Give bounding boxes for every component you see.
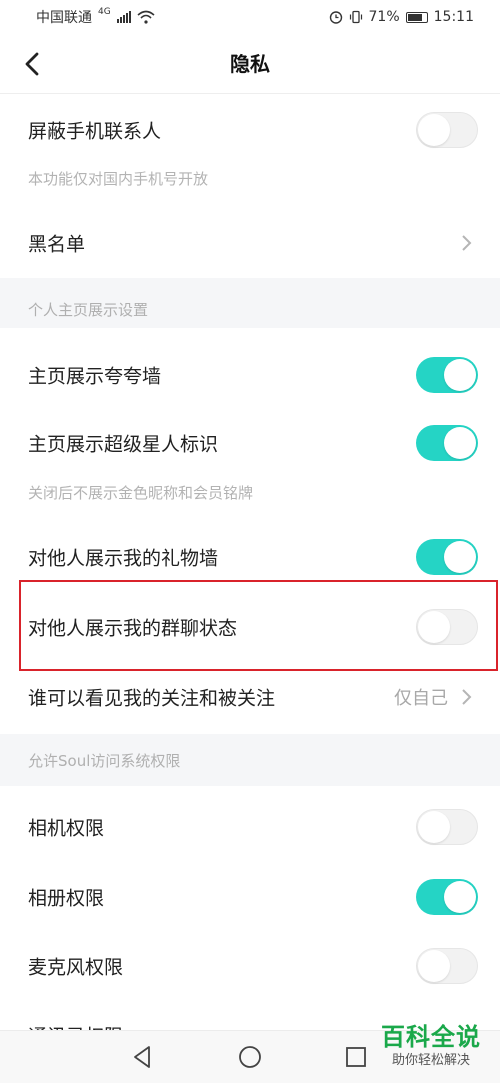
blacklist-label: 黑名单 bbox=[28, 233, 86, 256]
status-bar: 中国联通 4G 71% 15:11 bbox=[0, 0, 500, 34]
toggle-knob bbox=[444, 541, 476, 573]
block-contacts-hint: 本功能仅对国内手机号开放 bbox=[28, 170, 209, 188]
gift-wall-label: 对他人展示我的礼物墙 bbox=[28, 547, 219, 570]
gift-wall-toggle[interactable] bbox=[416, 539, 478, 575]
super-star-hint: 关闭后不展示金色昵称和会员铭牌 bbox=[28, 484, 254, 502]
block-contacts-toggle[interactable] bbox=[416, 112, 478, 148]
watermark-title: 百科全说 bbox=[381, 1023, 481, 1051]
follow-visibility-label: 谁可以看见我的关注和被关注 bbox=[28, 687, 276, 710]
camera-label: 相机权限 bbox=[28, 817, 105, 840]
section-permissions-title: 允许Soul访问系统权限 bbox=[28, 752, 181, 770]
microphone-label: 麦克风权限 bbox=[28, 956, 124, 979]
praise-wall-row: 主页展示夸夸墙 bbox=[0, 340, 500, 410]
toggle-knob bbox=[418, 811, 450, 843]
praise-wall-label: 主页展示夸夸墙 bbox=[28, 365, 162, 388]
vibrate-icon bbox=[349, 10, 362, 24]
chevron-right-icon bbox=[462, 235, 472, 251]
gift-wall-row: 对他人展示我的礼物墙 bbox=[0, 522, 500, 592]
blacklist-row[interactable]: 黑名单 bbox=[0, 208, 500, 278]
section-permissions-header: 允许Soul访问系统权限 bbox=[0, 734, 500, 786]
camera-row: 相机权限 bbox=[0, 792, 500, 862]
nav-recents-icon[interactable] bbox=[342, 1043, 370, 1071]
network-type: 4G bbox=[98, 7, 111, 17]
toggle-knob bbox=[418, 611, 450, 643]
group-chat-row: 对他人展示我的群聊状态 bbox=[0, 592, 500, 662]
watermark-subtitle: 助你轻松解决 bbox=[391, 1053, 470, 1068]
block-contacts-row: 屏蔽手机联系人 bbox=[0, 95, 500, 165]
alarm-icon bbox=[329, 11, 342, 24]
super-star-label: 主页展示超级星人标识 bbox=[28, 433, 219, 456]
toggle-knob bbox=[444, 359, 476, 391]
camera-toggle[interactable] bbox=[416, 809, 478, 845]
toggle-knob bbox=[444, 427, 476, 459]
clock: 15:11 bbox=[433, 9, 474, 25]
page-title: 隐私 bbox=[230, 52, 270, 76]
microphone-toggle[interactable] bbox=[416, 948, 478, 984]
toggle-knob bbox=[418, 114, 450, 146]
nav-back-icon[interactable] bbox=[129, 1043, 157, 1071]
album-row: 相册权限 bbox=[0, 862, 500, 932]
praise-wall-toggle[interactable] bbox=[416, 357, 478, 393]
section-profile-title: 个人主页展示设置 bbox=[28, 301, 149, 319]
super-star-toggle[interactable] bbox=[416, 425, 478, 461]
carrier-label: 中国联通 bbox=[36, 10, 92, 26]
album-label: 相册权限 bbox=[28, 887, 105, 910]
super-star-row: 主页展示超级星人标识 bbox=[0, 408, 500, 478]
album-toggle[interactable] bbox=[416, 879, 478, 915]
follow-visibility-value: 仅自己 bbox=[394, 688, 448, 709]
microphone-row: 麦克风权限 bbox=[0, 931, 500, 1001]
battery-percent: 71% bbox=[368, 9, 400, 25]
follow-visibility-row[interactable]: 谁可以看见我的关注和被关注 仅自己 bbox=[0, 662, 500, 732]
battery-icon bbox=[405, 11, 428, 23]
watermark-logo: 百科全说 助你轻松解决 bbox=[376, 1022, 486, 1080]
toggle-knob bbox=[418, 950, 450, 982]
section-profile-header: 个人主页展示设置 bbox=[0, 278, 500, 328]
block-contacts-label: 屏蔽手机联系人 bbox=[28, 120, 162, 143]
wifi-icon bbox=[137, 10, 155, 24]
group-chat-label: 对他人展示我的群聊状态 bbox=[28, 617, 238, 640]
chevron-right-icon bbox=[462, 689, 472, 705]
app-header: 隐私 bbox=[0, 34, 500, 94]
nav-home-icon[interactable] bbox=[236, 1043, 264, 1071]
signal-icon bbox=[116, 11, 131, 23]
toggle-knob bbox=[444, 881, 476, 913]
group-chat-toggle[interactable] bbox=[416, 609, 478, 645]
